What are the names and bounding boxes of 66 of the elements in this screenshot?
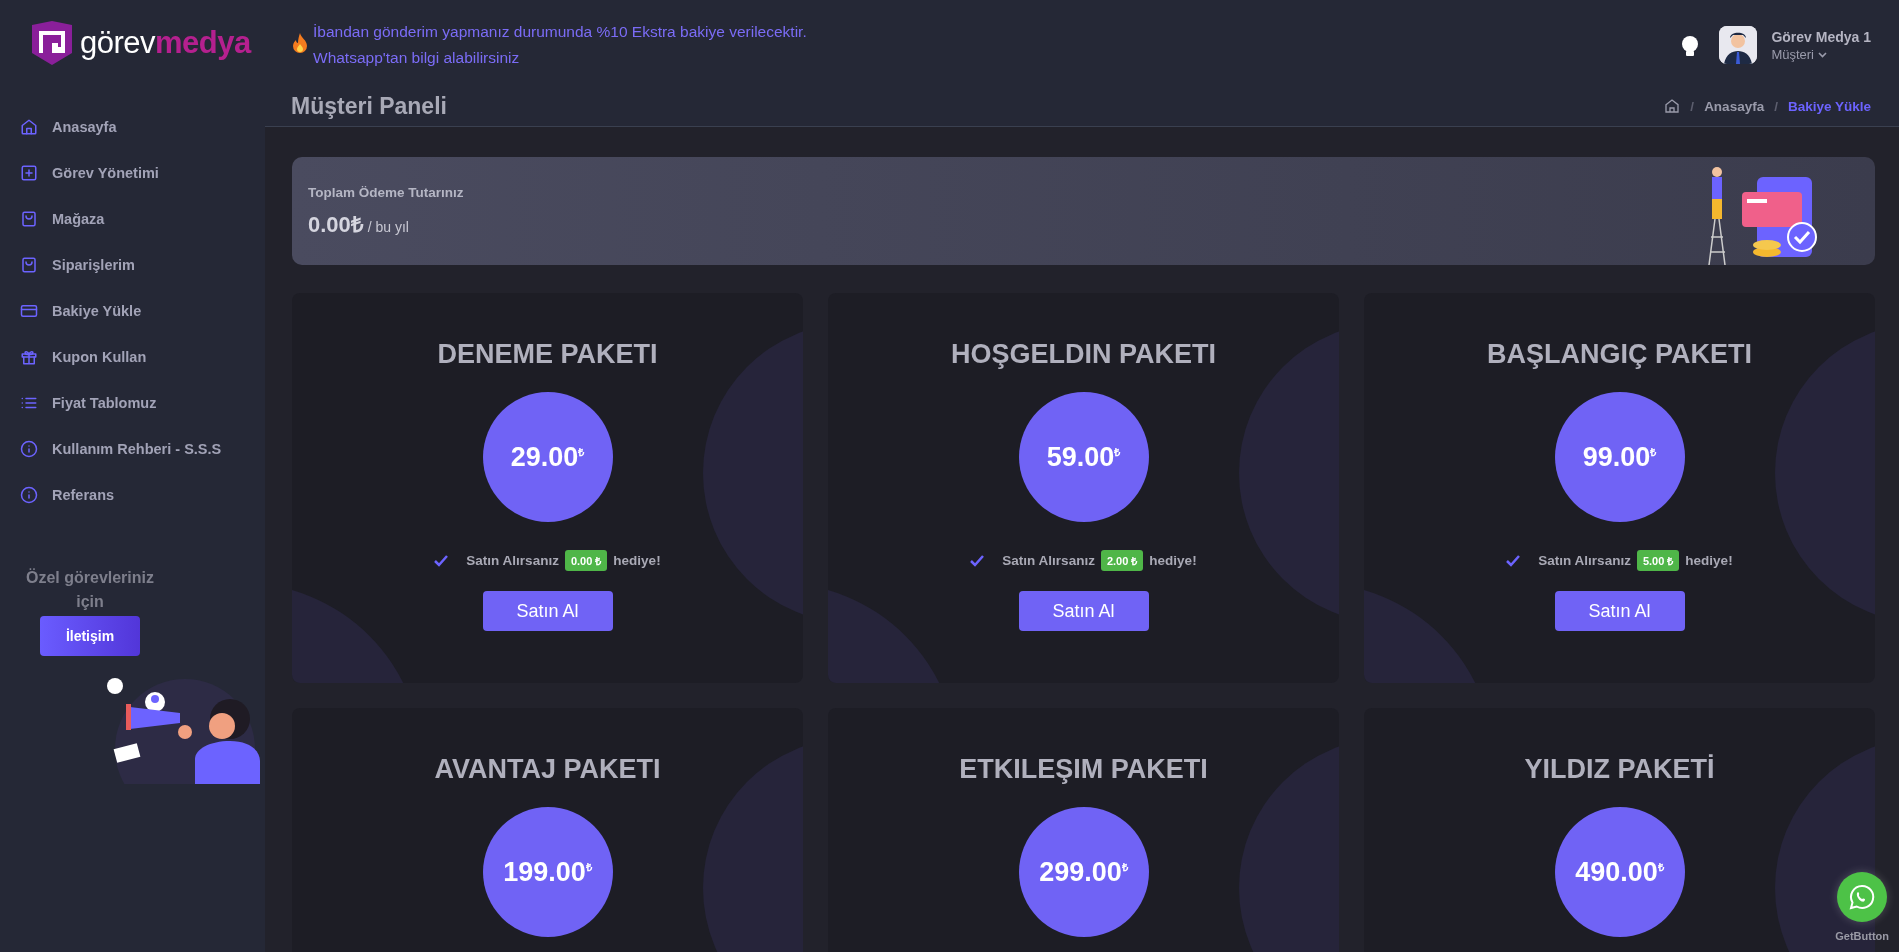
- user-name: Görev Medya 1: [1771, 29, 1871, 45]
- contact-button[interactable]: İletişim: [39, 616, 141, 656]
- sidebar-item[interactable]: Kullanım Rehberi - S.S.S: [0, 426, 265, 472]
- logo-text: görevmedya: [80, 25, 251, 61]
- gift-text: hediye!: [1685, 553, 1733, 568]
- package-title: AVANTAJ PAKETI: [434, 754, 661, 785]
- price-circle: 199.00$^{₺}$: [482, 807, 613, 937]
- package-title: DENEME PAKETI: [437, 339, 658, 370]
- package-title: HOŞGELDIN PAKETI: [951, 339, 1216, 370]
- logo-icon: [30, 19, 74, 67]
- user-role-dropdown[interactable]: Müşteri: [1771, 47, 1871, 62]
- lightbulb-icon[interactable]: [1681, 36, 1700, 58]
- home-icon[interactable]: [1664, 98, 1681, 114]
- buy-button[interactable]: Satın Al: [1554, 591, 1685, 631]
- sidebar-item[interactable]: Fiyat Tablomuz: [0, 380, 265, 426]
- package-title: YILDIZ PAKETİ: [1524, 754, 1715, 785]
- announcement-text: İbandan gönderim yapmanız durumunda %10 Ekstra bakiye verilecektir.: [313, 22, 807, 42]
- price-circle: 29.00$^{₺}$: [482, 392, 613, 522]
- gift-badge: 0.00 ₺: [564, 550, 608, 571]
- sidebar-item[interactable]: Kupon Kullan: [0, 334, 265, 380]
- shopping-bag-icon: [20, 256, 38, 274]
- page-title: Müşteri Paneli: [291, 92, 447, 120]
- gift-icon: [20, 348, 38, 366]
- shopping-bag-icon: [20, 210, 38, 228]
- sidebar-item[interactable]: Anasayfa: [0, 104, 265, 150]
- announcement-text: Whatsapp'tan bilgi alabilirsiniz: [313, 48, 521, 68]
- promo-text: Özel görevleriniz için: [24, 567, 155, 612]
- sidebar-item[interactable]: Görev Yönetimi: [0, 150, 265, 196]
- summary-amount: 0.00₺ / bu yıl: [308, 210, 410, 238]
- credit-card-icon: [20, 302, 38, 320]
- price-circle: 299.00$^{₺}$: [1018, 807, 1149, 937]
- gift-text: hediye!: [613, 553, 661, 568]
- widget-label: GetButton: [1835, 930, 1889, 942]
- summary-label: Toplam Ödeme Tutarınız: [308, 184, 464, 200]
- price-circle: 99.00$^{₺}$: [1554, 392, 1685, 522]
- sidebar-item[interactable]: Siparişlerim: [0, 242, 265, 288]
- check-icon: [1506, 554, 1521, 567]
- gift-badge: 2.00 ₺: [1100, 550, 1144, 571]
- breadcrumb-link[interactable]: Bakiye Yükle: [1787, 98, 1871, 114]
- price-circle: 490.00$^{₺}$: [1554, 807, 1685, 937]
- package-title: ETKILEŞIM PAKETI: [959, 754, 1208, 785]
- check-icon: [970, 554, 985, 567]
- breadcrumb-separator: /: [1690, 98, 1695, 114]
- breadcrumb-link[interactable]: Anasayfa: [1704, 98, 1765, 114]
- gift-text: Satın Alırsanız: [466, 553, 559, 568]
- gift-text: hediye!: [1149, 553, 1197, 568]
- gift-text: Satın Alırsanız: [1538, 553, 1631, 568]
- buy-button[interactable]: Satın Al: [482, 591, 613, 631]
- fire-icon: [291, 32, 309, 54]
- gift-badge: 5.00 ₺: [1636, 550, 1680, 571]
- breadcrumb-separator: /: [1774, 98, 1778, 114]
- price-circle: 59.00$^{₺}$: [1018, 392, 1149, 522]
- home-icon: [20, 118, 38, 136]
- gift-text: Satın Alırsanız: [1002, 553, 1095, 568]
- whatsapp-icon: [1848, 883, 1877, 911]
- sidebar-item[interactable]: Bakiye Yükle: [0, 288, 265, 334]
- check-icon: [434, 554, 449, 567]
- plus-square-icon: [20, 164, 38, 182]
- package-title: BAŞLANGIÇ PAKETI: [1487, 339, 1752, 370]
- info-icon: [20, 440, 38, 458]
- info-icon: [20, 486, 38, 504]
- chevron-down-icon: [1818, 51, 1827, 58]
- sidebar-item[interactable]: Referans: [0, 472, 265, 518]
- avatar-icon[interactable]: [1719, 26, 1758, 64]
- sidebar-item[interactable]: Mağaza: [0, 196, 265, 242]
- buy-button[interactable]: Satın Al: [1018, 591, 1149, 631]
